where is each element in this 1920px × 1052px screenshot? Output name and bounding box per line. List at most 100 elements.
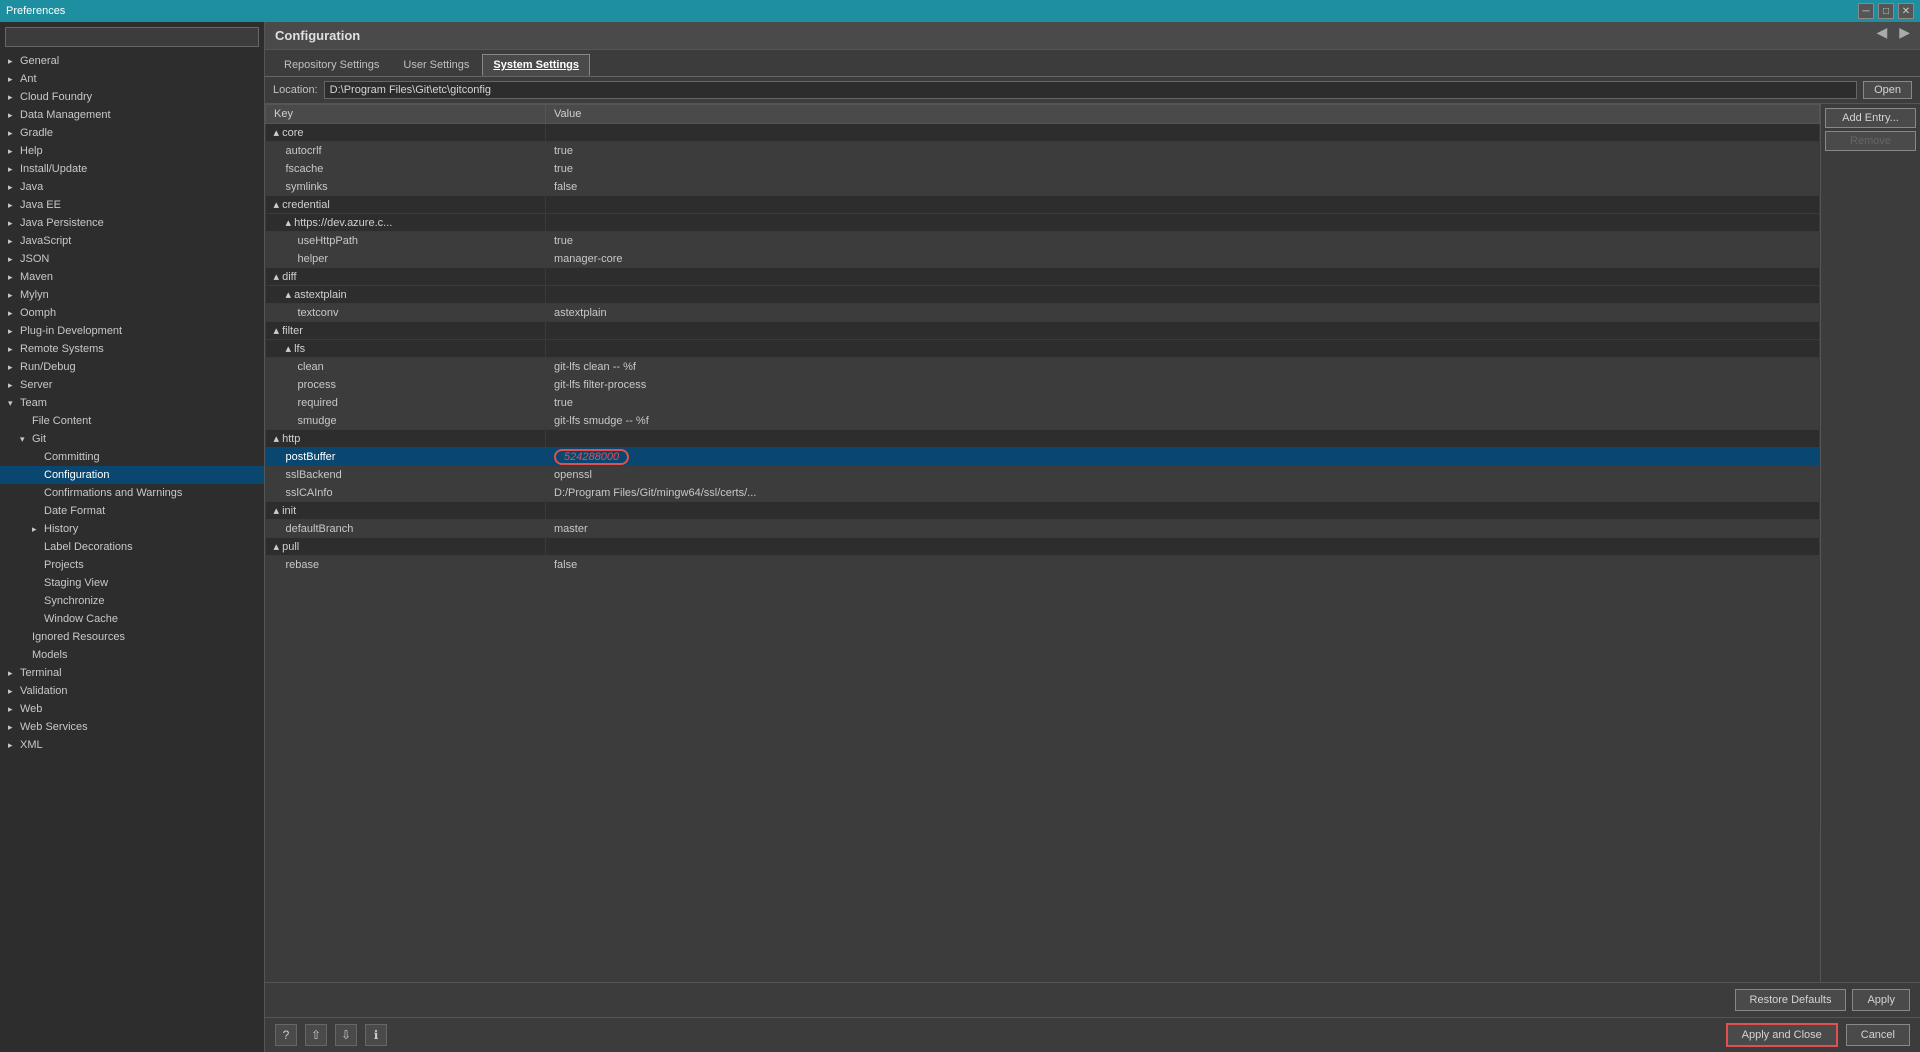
open-button[interactable]: Open bbox=[1863, 81, 1912, 99]
table-row[interactable]: fscachetrue bbox=[266, 160, 1820, 178]
import-button[interactable]: ⇩ bbox=[335, 1024, 357, 1046]
sidebar-item-maven[interactable]: ▸Maven bbox=[0, 268, 264, 286]
table-row[interactable]: ▴ http bbox=[266, 430, 1820, 448]
sidebar-item-help[interactable]: ▸Help bbox=[0, 142, 264, 160]
help-button[interactable]: ? bbox=[275, 1024, 297, 1046]
table-row[interactable] bbox=[266, 664, 1820, 682]
table-row[interactable]: rebasefalse bbox=[266, 556, 1820, 574]
table-row[interactable] bbox=[266, 772, 1820, 790]
close-button[interactable]: ✕ bbox=[1898, 3, 1914, 19]
table-row[interactable]: textconvastextplain bbox=[266, 304, 1820, 322]
sidebar-item-terminal[interactable]: ▸Terminal bbox=[0, 664, 264, 682]
sidebar-item-ignoredResources[interactable]: Ignored Resources bbox=[0, 628, 264, 646]
table-row[interactable]: ▴ init bbox=[266, 502, 1820, 520]
table-row[interactable]: autocrlftrue bbox=[266, 142, 1820, 160]
sidebar-item-pluginDev[interactable]: ▸Plug-in Development bbox=[0, 322, 264, 340]
table-row[interactable]: ▴ diff bbox=[266, 268, 1820, 286]
export-button[interactable]: ⇧ bbox=[305, 1024, 327, 1046]
table-row[interactable]: cleangit-lfs clean -- %f bbox=[266, 358, 1820, 376]
sidebar-item-runDebug[interactable]: ▸Run/Debug bbox=[0, 358, 264, 376]
config-table-container[interactable]: Key Value ▴ coreautocrlftruefscachetrues… bbox=[265, 104, 1820, 982]
maximize-button[interactable]: □ bbox=[1878, 3, 1894, 19]
table-row[interactable]: ▴ lfs bbox=[266, 340, 1820, 358]
table-row[interactable] bbox=[266, 646, 1820, 664]
sidebar-item-confirmationsWarnings[interactable]: Confirmations and Warnings bbox=[0, 484, 264, 502]
table-row[interactable]: postBuffer524288000 bbox=[266, 448, 1820, 466]
table-row[interactable] bbox=[266, 682, 1820, 700]
sidebar-item-history[interactable]: ▸History bbox=[0, 520, 264, 538]
sidebar-item-server[interactable]: ▸Server bbox=[0, 376, 264, 394]
sidebar-item-mylyn[interactable]: ▸Mylyn bbox=[0, 286, 264, 304]
sidebar-item-models[interactable]: Models bbox=[0, 646, 264, 664]
table-row[interactable] bbox=[266, 790, 1820, 808]
remove-button[interactable]: Remove bbox=[1825, 131, 1916, 151]
table-row[interactable]: processgit-lfs filter-process bbox=[266, 376, 1820, 394]
sidebar-item-committing[interactable]: Committing bbox=[0, 448, 264, 466]
info-button[interactable]: ℹ bbox=[365, 1024, 387, 1046]
table-row[interactable] bbox=[266, 808, 1820, 826]
table-row[interactable]: smudgegit-lfs smudge -- %f bbox=[266, 412, 1820, 430]
table-row[interactable] bbox=[266, 736, 1820, 754]
sidebar-item-ant[interactable]: ▸Ant bbox=[0, 70, 264, 88]
sidebar-item-projects[interactable]: Projects bbox=[0, 556, 264, 574]
table-row[interactable]: ▴ https://dev.azure.c... bbox=[266, 214, 1820, 232]
add-entry-button[interactable]: Add Entry... bbox=[1825, 108, 1916, 128]
restore-defaults-button[interactable]: Restore Defaults bbox=[1735, 989, 1847, 1011]
sidebar-item-javaScript[interactable]: ▸JavaScript bbox=[0, 232, 264, 250]
sidebar-item-dateFormat[interactable]: Date Format bbox=[0, 502, 264, 520]
table-row[interactable]: ▴ astextplain bbox=[266, 286, 1820, 304]
sidebar-item-git[interactable]: ▾Git bbox=[0, 430, 264, 448]
table-row[interactable]: sslCAInfoD:/Program Files/Git/mingw64/ss… bbox=[266, 484, 1820, 502]
sidebar-item-oomph[interactable]: ▸Oomph bbox=[0, 304, 264, 322]
sidebar-item-javaPersistence[interactable]: ▸Java Persistence bbox=[0, 214, 264, 232]
table-row[interactable]: ▴ pull bbox=[266, 538, 1820, 556]
sidebar-item-webServices[interactable]: ▸Web Services bbox=[0, 718, 264, 736]
sidebar-item-validation[interactable]: ▸Validation bbox=[0, 682, 264, 700]
table-row[interactable]: ▴ filter bbox=[266, 322, 1820, 340]
table-row[interactable] bbox=[266, 610, 1820, 628]
table-row[interactable] bbox=[266, 718, 1820, 736]
sidebar-item-gradle[interactable]: ▸Gradle bbox=[0, 124, 264, 142]
sidebar-item-cloudFoundry[interactable]: ▸Cloud Foundry bbox=[0, 88, 264, 106]
sidebar-item-web[interactable]: ▸Web bbox=[0, 700, 264, 718]
sidebar-item-javaEE[interactable]: ▸Java EE bbox=[0, 196, 264, 214]
sidebar-item-labelDecorations[interactable]: Label Decorations bbox=[0, 538, 264, 556]
table-row[interactable] bbox=[266, 700, 1820, 718]
table-row[interactable]: ▴ credential bbox=[266, 196, 1820, 214]
table-row[interactable]: ▴ core bbox=[266, 124, 1820, 142]
table-row[interactable]: symlinksfalse bbox=[266, 178, 1820, 196]
sidebar-item-configuration[interactable]: Configuration bbox=[0, 466, 264, 484]
table-row[interactable] bbox=[266, 628, 1820, 646]
apply-button[interactable]: Apply bbox=[1852, 989, 1910, 1011]
sidebar-item-synchronize[interactable]: Synchronize bbox=[0, 592, 264, 610]
sidebar-item-remoteSystems[interactable]: ▸Remote Systems bbox=[0, 340, 264, 358]
table-row[interactable]: useHttpPathtrue bbox=[266, 232, 1820, 250]
sidebar-item-installUpdate[interactable]: ▸Install/Update bbox=[0, 160, 264, 178]
table-row[interactable]: sslBackendopenssl bbox=[266, 466, 1820, 484]
tab-userSettings[interactable]: User Settings bbox=[392, 54, 480, 76]
apply-and-close-button[interactable]: Apply and Close bbox=[1726, 1023, 1838, 1047]
sidebar-search-input[interactable] bbox=[5, 27, 259, 47]
sidebar-item-windowCache[interactable]: Window Cache bbox=[0, 610, 264, 628]
table-row[interactable] bbox=[266, 592, 1820, 610]
forward-arrow[interactable]: ▶ bbox=[1895, 22, 1914, 43]
sidebar-item-xml[interactable]: ▸XML bbox=[0, 736, 264, 754]
sidebar-item-java[interactable]: ▸Java bbox=[0, 178, 264, 196]
sidebar-item-fileContent[interactable]: File Content bbox=[0, 412, 264, 430]
table-row[interactable]: requiredtrue bbox=[266, 394, 1820, 412]
table-row[interactable] bbox=[266, 754, 1820, 772]
tab-repositorySettings[interactable]: Repository Settings bbox=[273, 54, 390, 76]
tab-systemSettings[interactable]: System Settings bbox=[482, 54, 590, 76]
sidebar-item-team[interactable]: ▾Team bbox=[0, 394, 264, 412]
minimize-button[interactable]: ─ bbox=[1858, 3, 1874, 19]
sidebar-item-stagingView[interactable]: Staging View bbox=[0, 574, 264, 592]
sidebar-item-json[interactable]: ▸JSON bbox=[0, 250, 264, 268]
cancel-button[interactable]: Cancel bbox=[1846, 1024, 1910, 1046]
table-row[interactable] bbox=[266, 574, 1820, 592]
table-row[interactable]: helpermanager-core bbox=[266, 250, 1820, 268]
back-arrow[interactable]: ◀ bbox=[1872, 22, 1891, 43]
location-input[interactable] bbox=[324, 81, 1857, 99]
table-row[interactable]: defaultBranchmaster bbox=[266, 520, 1820, 538]
sidebar-item-dataManagement[interactable]: ▸Data Management bbox=[0, 106, 264, 124]
sidebar-item-general[interactable]: ▸General bbox=[0, 52, 264, 70]
